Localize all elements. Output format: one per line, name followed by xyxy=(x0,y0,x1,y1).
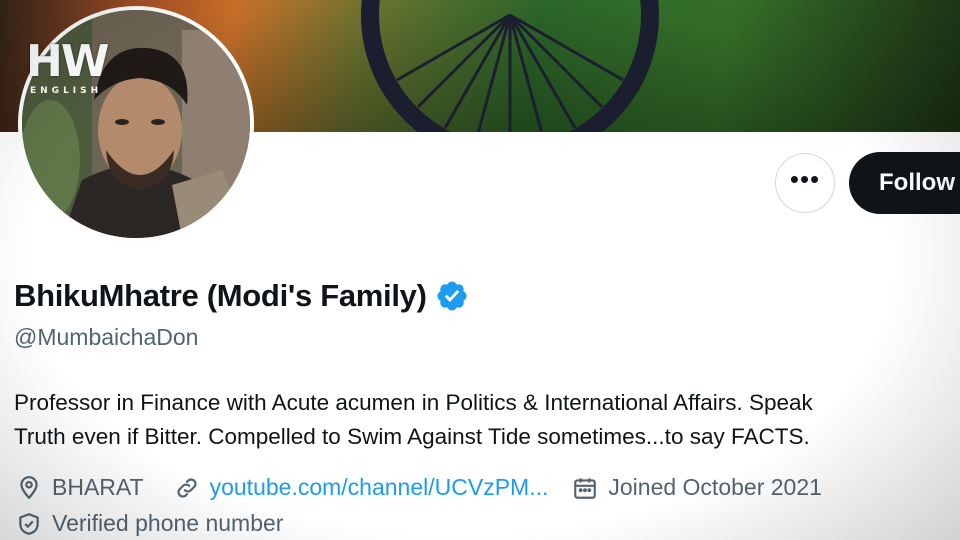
ashoka-chakra-image xyxy=(361,0,659,132)
profile-handle: @MumbaichaDon xyxy=(14,324,199,350)
bio-line-1: Professor in Finance with Acute acumen i… xyxy=(14,390,813,415)
location-pin-icon xyxy=(20,475,38,499)
verified-phone-row[interactable]: Verified phone number xyxy=(16,510,283,537)
calendar-icon xyxy=(574,477,597,499)
more-options-button[interactable]: ••• xyxy=(775,153,835,213)
verified-phone-text: Verified phone number xyxy=(52,510,284,536)
display-name: BhikuMhatre (Modi's Family) xyxy=(14,278,427,313)
profile-meta-row: BHARAT youtube.com/channel/UCVzPM... Joi… xyxy=(16,474,822,501)
shield-check-icon xyxy=(19,512,39,535)
more-icon: ••• xyxy=(789,164,821,194)
verified-badge-icon[interactable] xyxy=(435,279,469,313)
link-icon xyxy=(177,477,197,498)
display-name-row: BhikuMhatre (Modi's Family) xyxy=(14,278,469,314)
location-text: BHARAT xyxy=(52,474,144,500)
bio-line-2: Truth even if Bitter. Compelled to Swim … xyxy=(14,424,810,449)
location-item: BHARAT xyxy=(16,474,144,501)
hw-mark: HW xyxy=(26,36,109,87)
profile-bio: Professor in Finance with Acute acumen i… xyxy=(14,386,960,454)
follow-button[interactable]: Follow xyxy=(849,152,960,214)
website-item[interactable]: youtube.com/channel/UCVzPM... xyxy=(174,474,549,501)
joined-item: Joined October 2021 xyxy=(572,474,822,501)
website-link[interactable]: youtube.com/channel/UCVzPM... xyxy=(210,474,549,501)
hw-english-watermark: HW ENGLISH xyxy=(26,40,116,102)
follow-label: Follow xyxy=(879,169,955,196)
hw-sub: ENGLISH xyxy=(30,86,103,96)
joined-text: Joined October 2021 xyxy=(608,474,822,500)
